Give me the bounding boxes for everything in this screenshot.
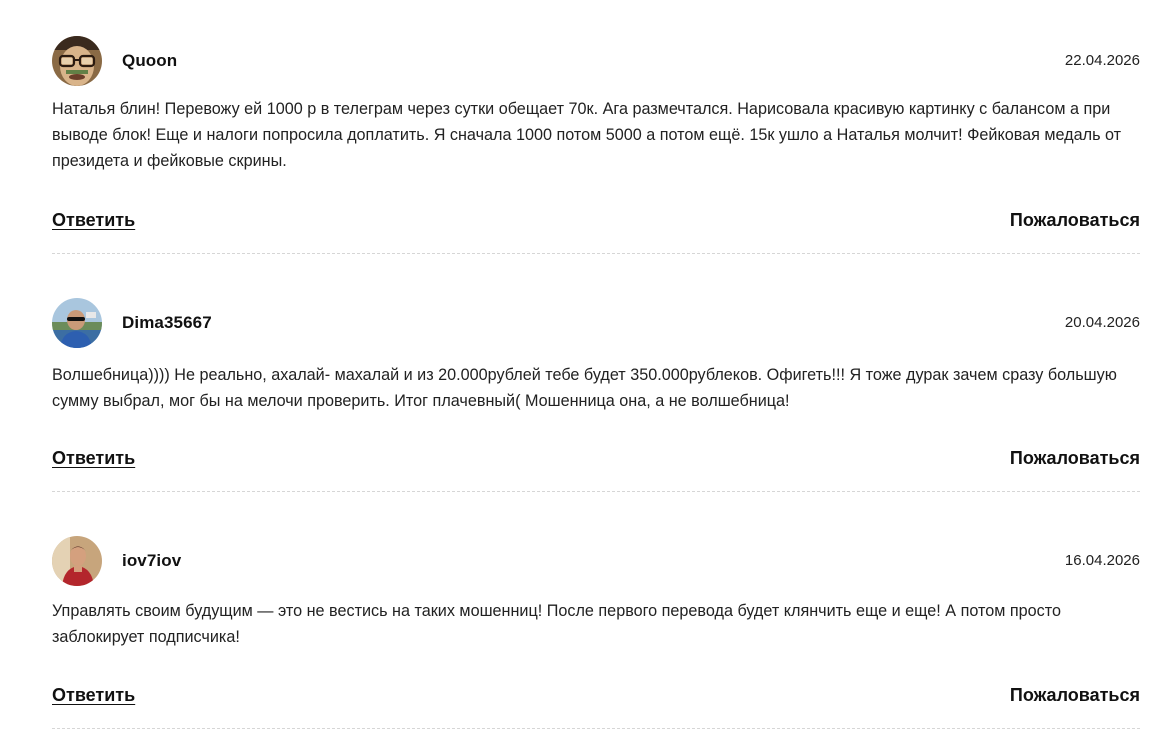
comment-header: Dima35667 20.04.2026	[52, 298, 1140, 350]
report-link[interactable]: Пожаловаться	[1010, 685, 1140, 706]
reply-link[interactable]: Ответить	[52, 448, 135, 469]
reply-link[interactable]: Ответить	[52, 210, 135, 231]
comment-divider	[52, 491, 1140, 492]
user-avatar[interactable]	[52, 536, 102, 586]
report-link[interactable]: Пожаловаться	[1010, 210, 1140, 231]
comment-divider	[52, 728, 1140, 729]
comment-date: 20.04.2026	[1064, 314, 1140, 331]
comment-divider	[52, 253, 1140, 254]
comment-header: iov7iov 16.04.2026	[52, 536, 1140, 588]
comments-list: Quoon 22.04.2026 Наталья блин! Перевожу …	[0, 0, 1165, 746]
comment-item: Quoon 22.04.2026 Наталья блин! Перевожу …	[52, 36, 1140, 254]
user-avatar[interactable]	[52, 36, 102, 86]
comment-username: Quoon	[122, 51, 178, 70]
comment-text: Волшебница)))) Не реально, ахалай- махал…	[52, 366, 1117, 410]
comment-username: iov7iov	[122, 551, 182, 570]
comment-header: Quoon 22.04.2026	[52, 36, 1140, 88]
user-avatar[interactable]	[52, 298, 102, 348]
comment-item: Dima35667 20.04.2026 Волшебница)))) Не р…	[52, 298, 1140, 492]
report-link[interactable]: Пожаловаться	[1010, 448, 1140, 469]
comment-date: 22.04.2026	[1064, 52, 1140, 69]
comment-username: Dima35667	[122, 313, 212, 332]
comment-text: Наталья блин! Перевожу ей 1000 р в телег…	[52, 100, 1122, 170]
comment-actions: Ответить Пожаловаться	[52, 448, 1140, 472]
comment-date: 16.04.2026	[1064, 552, 1140, 569]
comment-item: iov7iov 16.04.2026 Управлять своим будущ…	[52, 536, 1140, 730]
comment-actions: Ответить Пожаловаться	[52, 210, 1140, 234]
comment-actions: Ответить Пожаловаться	[52, 685, 1140, 709]
reply-link[interactable]: Ответить	[52, 685, 135, 706]
comment-text: Управлять своим будущим — это не вестись…	[52, 602, 1061, 646]
